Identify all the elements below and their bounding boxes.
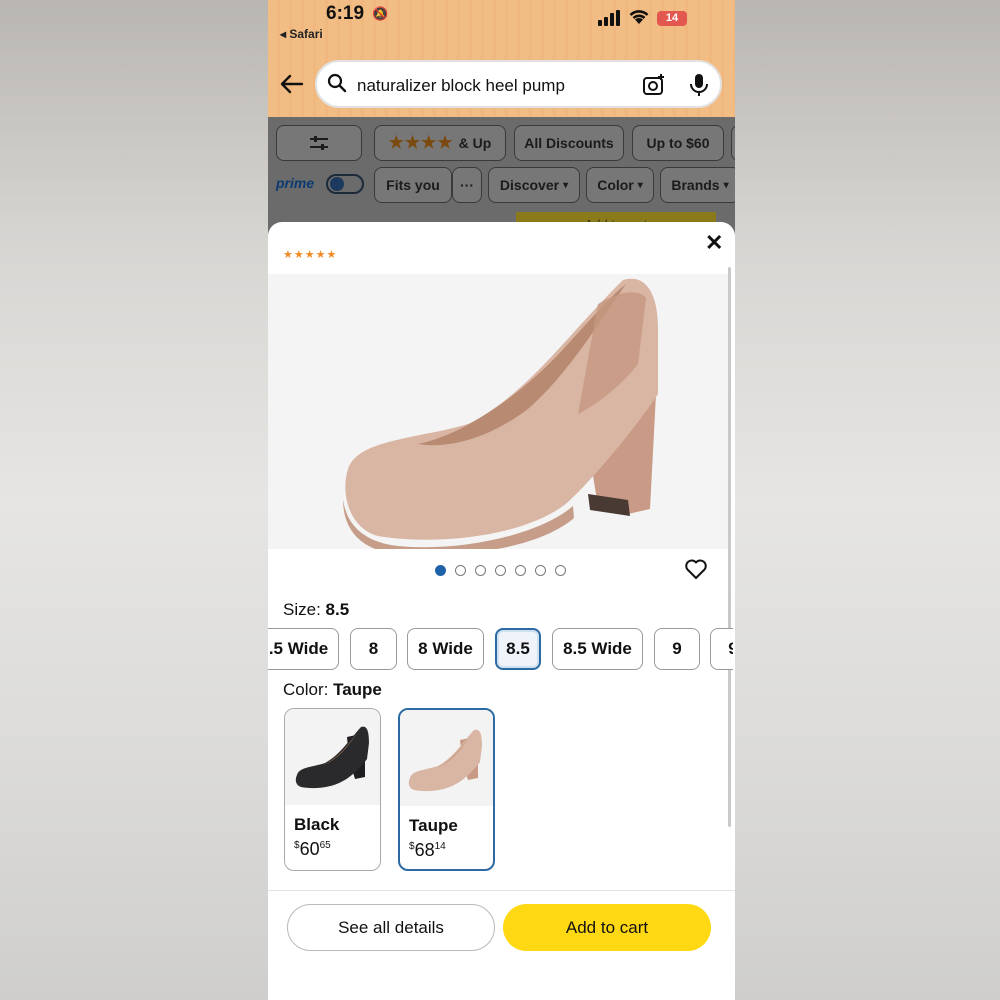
all-discounts-chip[interactable]: All Discounts [514,125,624,161]
more-options-chip[interactable]: ··· [452,167,482,203]
battery-indicator: 14 [657,11,687,26]
status-time: 6:19 [326,3,365,24]
search-icon [327,73,347,93]
carousel-dot[interactable] [435,565,446,576]
bell-muted-icon: 🔕 [372,6,389,21]
size-selector[interactable]: .5 Wide 8 8 Wide 8.5 8.5 Wide 9 9 [268,628,733,672]
rating-filter-label: & Up [458,135,492,151]
swatch-price: $6814 [409,840,446,861]
carousel-dot[interactable] [515,565,526,576]
phone-screen: 6:19 🔕 ◂ Safari 14 naturalizer block hee… [268,0,735,1000]
carousel-dot[interactable] [535,565,546,576]
price-fraction: 14 [434,841,446,852]
size-option[interactable]: 9 [654,628,700,670]
rating-filter-chip[interactable]: ★★★★ & Up [374,125,506,161]
product-image[interactable] [268,274,728,556]
price-fraction: 65 [319,840,331,851]
microphone-icon[interactable] [689,73,709,97]
size-label: Size: 8.5 [283,600,349,620]
size-option[interactable]: 8 [350,628,397,670]
color-swatch-black[interactable]: Black $6065 [284,708,381,871]
product-quick-view-sheet: ✕ ★★★★★ Size: 8.5 .5 Wide 8 8 Wide 8.5 8… [268,222,735,1000]
search-bar[interactable]: naturalizer block heel pump [315,60,722,108]
taupe-pump-shoe-image [343,278,658,556]
color-label-prefix: Color: [283,680,334,699]
wifi-icon [628,8,650,31]
carousel-dot[interactable] [555,565,566,576]
size-label-prefix: Size: [283,600,326,619]
taupe-pump-thumbnail [400,710,493,806]
selected-size-value: 8.5 [325,600,350,619]
size-option[interactable]: .5 Wide [268,628,339,670]
swatch-name: Taupe [409,816,458,835]
price-whole: 60 [299,839,320,859]
scrollbar[interactable] [728,267,731,827]
add-to-cart-button[interactable]: Add to cart [503,904,711,951]
filter-settings-button[interactable] [276,125,362,161]
swatch-price: $6065 [294,839,331,860]
size-option-selected[interactable]: 8.5 [495,628,541,670]
prime-label: prime [276,175,315,191]
selected-color-value: Taupe [333,680,382,699]
image-carousel-dots[interactable] [435,565,566,576]
see-all-details-button[interactable]: See all details [287,904,495,951]
color-label: Color [597,177,634,193]
brands-chip[interactable]: Brands ▾ [660,167,735,203]
search-input[interactable]: naturalizer block heel pump [357,76,565,96]
carousel-dot[interactable] [495,565,506,576]
color-swatch-taupe-selected[interactable]: Taupe $6814 [398,708,495,871]
four-stars-icon: ★★★★ [388,133,454,152]
rating-stars-peek: ★★★★★ [283,249,338,261]
filter-bar: ★★★★ & Up All Discounts Up to $60 prime … [268,117,735,237]
footer-divider [268,890,735,891]
more-chip[interactable] [731,125,735,161]
discover-chip[interactable]: Discover ▾ [488,167,580,203]
color-chip[interactable]: Color ▾ [586,167,654,203]
black-pump-thumbnail [285,709,380,805]
camera-search-icon[interactable] [642,73,666,97]
heart-icon[interactable] [684,557,708,581]
back-arrow-icon[interactable] [280,70,304,101]
chevron-down-icon: ▾ [637,179,643,191]
price-whole: 68 [414,840,435,860]
close-icon[interactable]: ✕ [705,230,723,256]
discover-label: Discover [499,177,560,193]
fits-you-chip[interactable]: Fits you [374,167,452,203]
size-option[interactable]: 8.5 Wide [552,628,643,670]
chevron-down-icon: ▾ [723,179,729,191]
back-to-app-link[interactable]: ◂ Safari [280,27,323,41]
app-header: 6:19 🔕 ◂ Safari 14 naturalizer block hee… [268,0,735,117]
size-option[interactable]: 8 Wide [407,628,484,670]
prime-toggle[interactable] [326,174,364,194]
signal-icon [598,8,624,26]
brands-label: Brands [671,177,720,193]
chevron-down-icon: ▾ [563,179,569,191]
carousel-dot[interactable] [455,565,466,576]
swatch-name: Black [294,815,340,834]
color-label: Color: Taupe [283,680,382,700]
sliders-icon [310,136,328,150]
carousel-dot[interactable] [475,565,486,576]
price-filter-chip[interactable]: Up to $60 [632,125,724,161]
size-option[interactable]: 9 [710,628,733,670]
